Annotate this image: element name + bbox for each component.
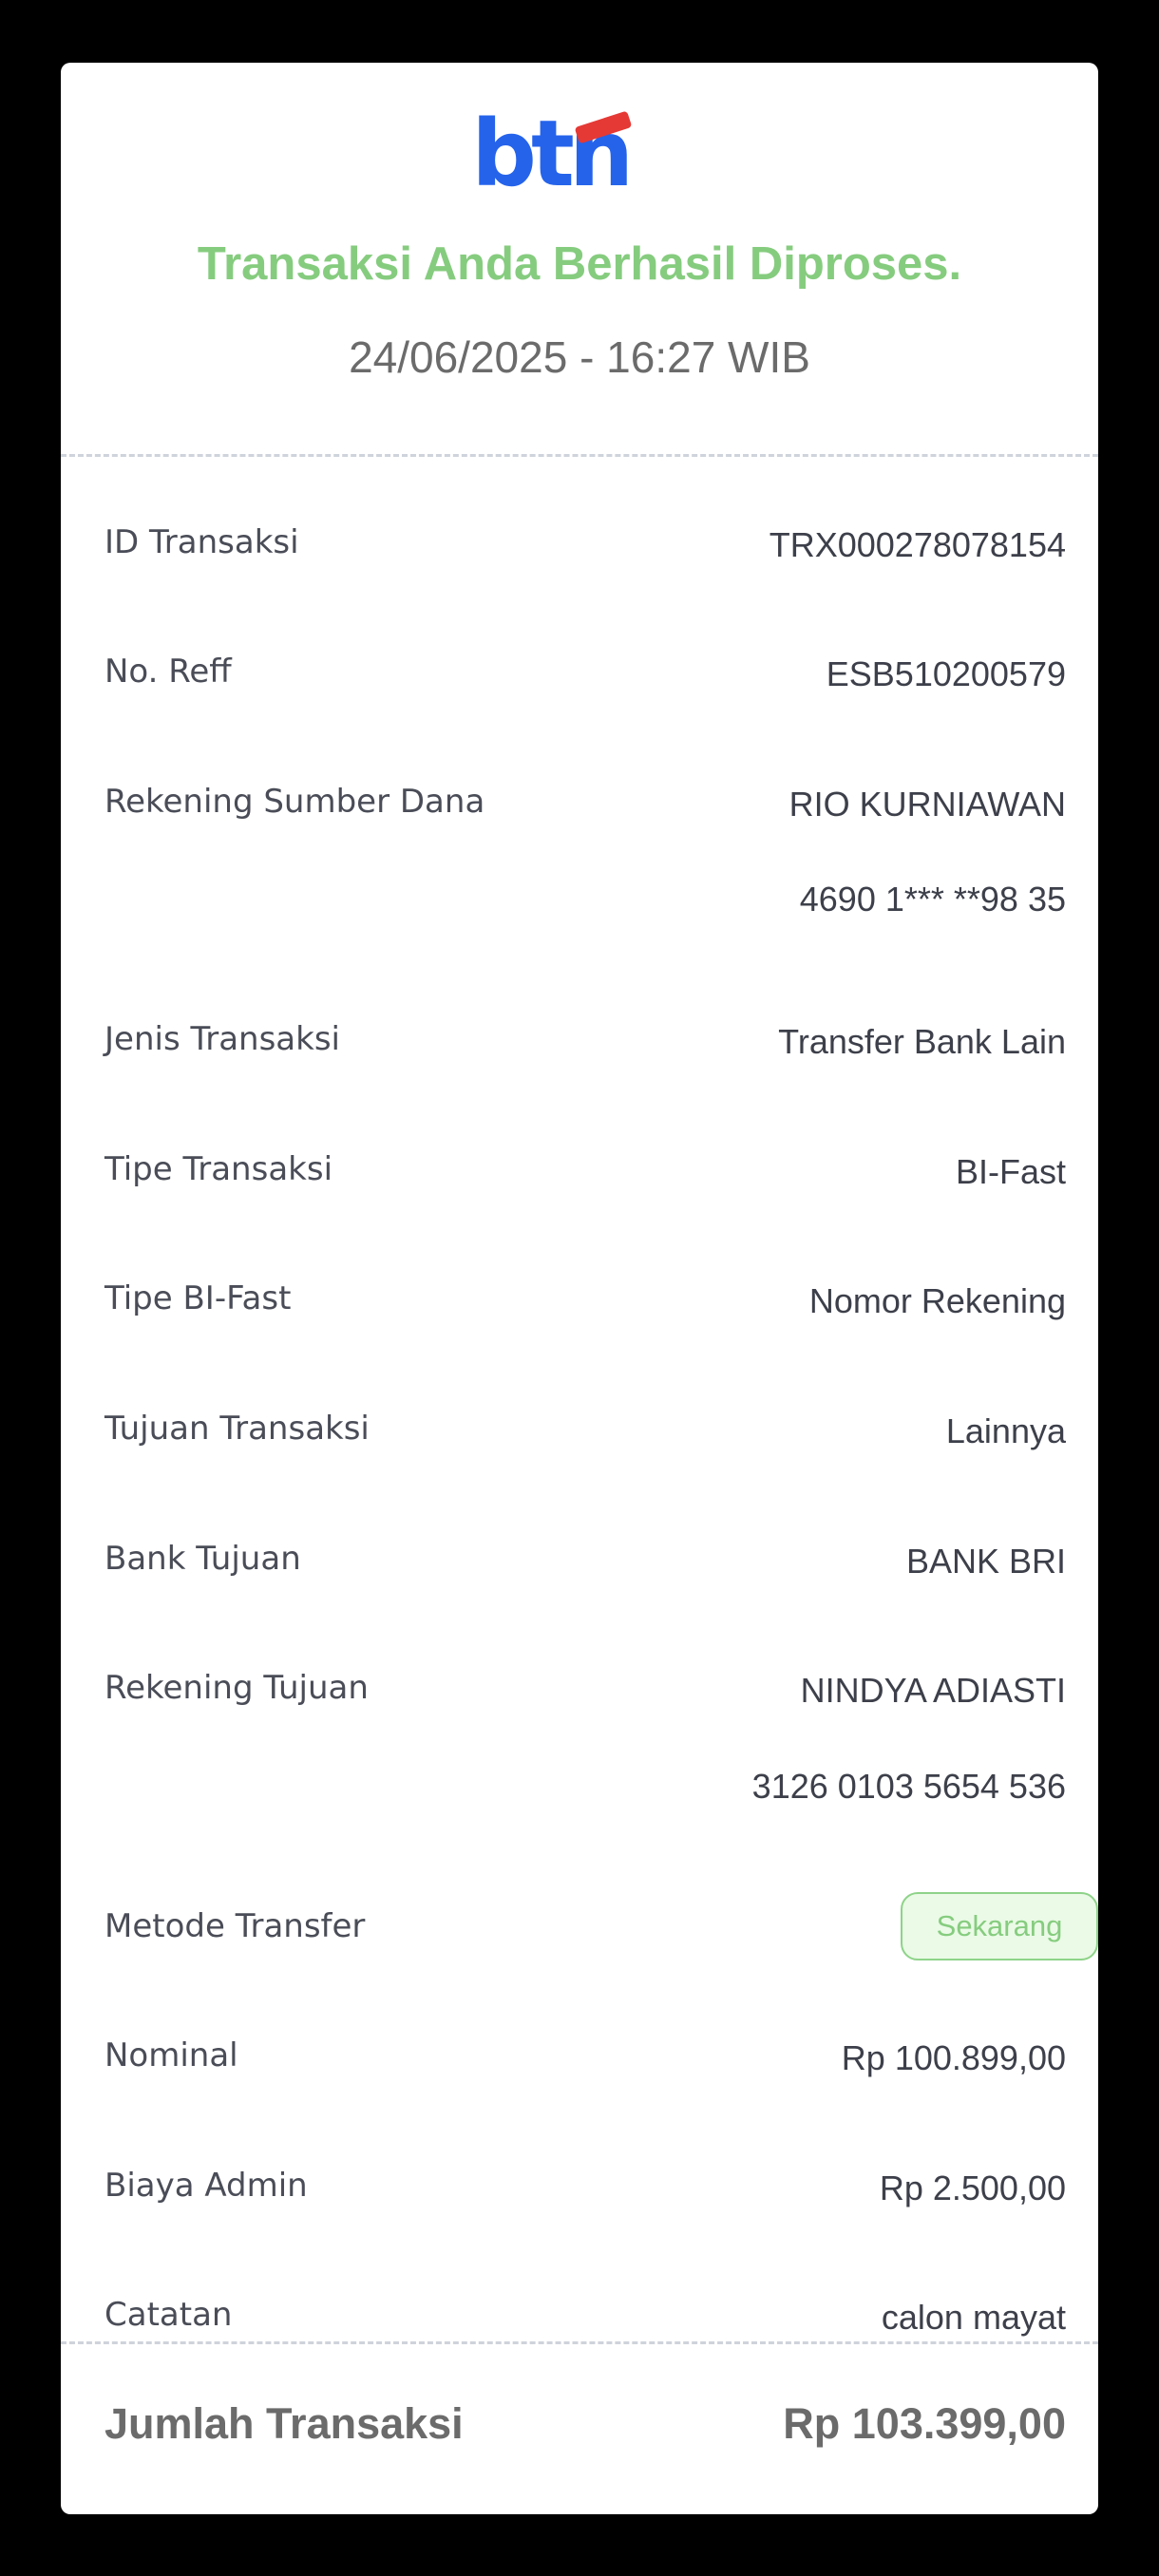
label-reference: No. Reff: [104, 653, 232, 691]
value-note: calon mayat: [881, 2298, 1066, 2337]
row-destination-account: Rekening Tujuan NINDYA ADIASTI 3126 0103…: [104, 1669, 1066, 1806]
row-destination-bank: Bank Tujuan BANK BRI: [104, 1540, 1066, 1597]
row-transaction-id: ID Transaksi TRX000278078154: [104, 523, 1066, 580]
label-transfer-method: Metode Transfer: [104, 1907, 366, 1945]
row-purpose: Tujuan Transaksi Lainnya: [104, 1410, 1066, 1467]
label-bifast-type: Tipe BI-Fast: [104, 1279, 292, 1317]
row-transfer-method: Metode Transfer Sekarang: [104, 1892, 1098, 1964]
label-transaction-kind: Jenis Transaksi: [104, 1020, 340, 1058]
receipt-header: btn Transaksi Anda Berhasil Diproses. 24…: [61, 63, 1098, 456]
value-destination-account-number: 3126 0103 5654 536: [751, 1767, 1066, 1806]
value-transaction-kind: Transfer Bank Lain: [778, 1022, 1066, 1061]
label-destination-bank: Bank Tujuan: [104, 1540, 301, 1578]
total-row: Jumlah Transaksi Rp 103.399,00: [104, 2399, 1066, 2456]
receipt-card: btn Transaksi Anda Berhasil Diproses. 24…: [61, 63, 1098, 2514]
label-source-account: Rekening Sumber Dana: [104, 783, 485, 821]
value-purpose: Lainnya: [945, 1411, 1066, 1450]
label-purpose: Tujuan Transaksi: [104, 1410, 370, 1448]
dashed-divider-top: [61, 454, 1098, 457]
value-nominal: Rp 100.899,00: [841, 2038, 1066, 2077]
label-transaction-id: ID Transaksi: [104, 523, 299, 561]
row-transaction-kind: Jenis Transaksi Transfer Bank Lain: [104, 1020, 1066, 1077]
value-transaction-type: BI-Fast: [955, 1152, 1066, 1191]
row-bifast-type: Tipe BI-Fast Nomor Rekening: [104, 1279, 1066, 1336]
transfer-method-badge: Sekarang: [901, 1892, 1098, 1960]
value-source-account-name: RIO KURNIAWAN: [788, 785, 1066, 824]
row-note: Catatan calon mayat: [104, 2296, 1066, 2353]
label-note: Catatan: [104, 2296, 233, 2334]
value-transaction-id: TRX000278078154: [769, 525, 1066, 564]
total-value: Rp 103.399,00: [783, 2399, 1066, 2448]
row-reference: No. Reff ESB510200579: [104, 653, 1066, 710]
label-destination-account: Rekening Tujuan: [104, 1669, 369, 1707]
row-admin-fee: Biaya Admin Rp 2.500,00: [104, 2167, 1066, 2224]
value-destination-account-name: NINDYA ADIASTI: [800, 1671, 1066, 1710]
dashed-divider-bottom: [61, 2341, 1098, 2344]
btn-logo: btn: [61, 106, 1098, 201]
total-label: Jumlah Transaksi: [104, 2399, 464, 2448]
value-bifast-type: Nomor Rekening: [808, 1281, 1066, 1320]
value-reference: ESB510200579: [826, 654, 1066, 693]
success-message: Transaksi Anda Berhasil Diproses.: [197, 238, 962, 290]
label-nominal: Nominal: [104, 2036, 238, 2074]
value-admin-fee: Rp 2.500,00: [879, 2169, 1066, 2207]
row-nominal: Nominal Rp 100.899,00: [104, 2036, 1066, 2093]
label-admin-fee: Biaya Admin: [104, 2167, 308, 2205]
value-destination-bank: BANK BRI: [905, 1542, 1066, 1581]
label-transaction-type: Tipe Transaksi: [104, 1150, 333, 1188]
value-source-account-number: 4690 1*** **98 35: [799, 880, 1066, 919]
transaction-datetime: 24/06/2025 - 16:27 WIB: [349, 332, 810, 382]
row-source-account: Rekening Sumber Dana RIO KURNIAWAN 4690 …: [104, 783, 1066, 919]
row-transaction-type: Tipe Transaksi BI-Fast: [104, 1150, 1066, 1207]
